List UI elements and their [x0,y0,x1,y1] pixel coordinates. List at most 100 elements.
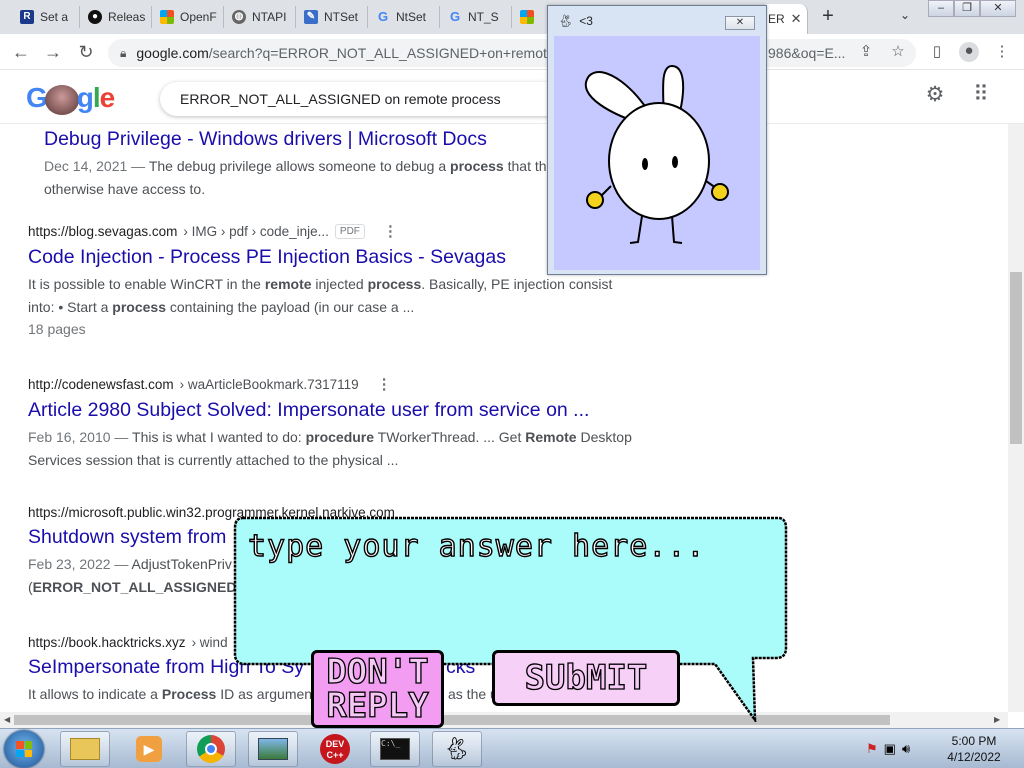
bunny-icon: 🐇︎ [558,14,574,28]
tab-label: ER [768,12,785,26]
result-title[interactable]: Article 2980 Subject Solved: Impersonate… [28,399,648,422]
folder-icon [70,738,100,760]
taskbar: ▶ DEV C++ C:\_ 🐇︎ ⚑ ▣ 🔊︎ 5:00 PM 4/12/202… [0,728,1024,768]
more-options-icon[interactable]: ⋮ [377,375,392,393]
bunny-taskbar-button[interactable]: 🐇︎ [432,731,482,767]
result-snippet: It is possible to enable WinCRT in the r… [28,273,648,319]
bunny-window-title: <3 [579,14,593,28]
explorer-taskbar-button[interactable] [60,731,110,767]
more-menu-icon[interactable]: ⋮ [992,42,1012,62]
tab-7[interactable]: G NT_S [440,6,512,28]
url-text: google.com/search?q=ERROR_NOT_ALL_ASSIGN… [136,45,563,61]
microsoft-icon [520,10,534,24]
network-icon[interactable]: ▣ [884,741,896,757]
back-arrow-icon[interactable]: ← [10,42,32,64]
action-center-icon[interactable]: ⚑ [866,741,878,757]
chrome-icon [197,735,225,763]
tab-5[interactable]: ✎ NTSet [296,6,368,28]
volume-icon[interactable]: 🔊︎ [902,741,910,757]
tab-6[interactable]: G NtSet [368,6,440,28]
dont-reply-button[interactable]: DON'T REPLY [311,650,444,728]
share-icon[interactable]: ⇪ [856,42,876,62]
tab-4[interactable]: ◍ NTAPI [224,6,296,28]
tab-2[interactable]: ● Releas [80,6,152,28]
google-icon: G [377,9,389,24]
scroll-right-icon[interactable]: ▶ [994,715,1000,724]
address-bar[interactable]: 🔒︎ google.com/search?q=ERROR_NOT_ALL_ASS… [108,39,916,67]
tab-label: OpenF [180,10,217,24]
tab-label: NtSet [396,10,427,24]
system-tray: ⚑ ▣ 🔊︎ [866,741,910,757]
tab-strip: R Set a ● Releas OpenF ◍ NTAPI ✎ NTSet G… [0,0,1024,34]
globe-icon: ◍ [232,10,246,24]
app-icon: R [20,10,34,24]
google-logo[interactable]: Ggle [26,82,115,115]
tab-label: Set a [40,10,69,24]
vertical-scroll-thumb[interactable] [1010,272,1022,444]
chrome-taskbar-button[interactable] [186,731,236,767]
snippet-text: The debug privilege allows someone to de… [148,158,555,174]
snippet-text: otherwise have access to. [44,181,206,197]
url-tail: 986&oq=E... [768,45,846,61]
side-panel-icon[interactable]: ▯ [927,42,947,62]
windows-logo-icon [16,741,32,757]
star-icon[interactable]: ☆ [888,42,908,62]
apps-grid-icon[interactable]: ⠿ [969,84,993,108]
clock-time: 5:00 PM [951,734,997,748]
tab-label: Releas [108,10,146,24]
bunny-icon: 🐇︎ [443,736,471,761]
forward-arrow-icon[interactable]: → [42,42,64,64]
devcpp-taskbar-button[interactable]: DEV C++ [310,731,360,767]
vertical-scrollbar[interactable] [1008,124,1024,712]
tab-8[interactable] [512,6,548,28]
tab-3[interactable]: OpenF [152,6,224,28]
snippet-text: Services session that is currently attac… [28,452,399,468]
scroll-left-icon[interactable]: ◀ [4,715,10,724]
bunny-character[interactable] [554,36,760,270]
tab-label: NT_S [468,10,499,24]
more-options-icon[interactable]: ⋮ [383,222,398,240]
snippet-text: into: • Start a process containing the p… [28,299,415,315]
pdf-badge: PDF [334,223,365,239]
microsoft-icon [160,10,174,24]
media-player-taskbar-button[interactable]: ▶ [124,731,174,767]
answer-input[interactable] [248,522,768,570]
ntset-icon: ✎ [304,10,318,24]
photos-taskbar-button[interactable] [248,731,298,767]
settings-gear-icon[interactable]: ⚙ [923,84,947,108]
result-item: http://codenewsfast.com › waArticleBookma… [28,375,648,472]
chevron-down-icon[interactable]: ⌄ [896,8,914,26]
cmd-taskbar-button[interactable]: C:\_ [370,731,420,767]
console-icon: C:\_ [380,738,410,760]
google-icon: G [449,9,461,24]
close-tab-icon[interactable]: ✕ [791,11,802,27]
github-icon: ● [88,10,102,24]
close-window-button[interactable]: ✕ [980,0,1016,17]
bunny-window[interactable]: 🐇︎ <3 ✕ [547,5,767,275]
tab-1[interactable]: R Set a [12,6,80,28]
photo-viewer-icon [258,738,288,760]
tab-label: NTSet [324,10,359,24]
taskbar-clock[interactable]: 5:00 PM 4/12/2022 [940,733,1008,765]
doodle-portrait [44,84,79,115]
new-tab-button[interactable]: + [817,6,839,28]
snippet-text: AdjustTokenPriv [131,556,232,572]
lock-icon: 🔒︎ [120,45,127,60]
restore-button[interactable]: ❐ [954,0,980,17]
snippet-text: This is what I wanted to do: procedure T… [132,429,632,445]
snippet-text: (ERROR_NOT_ALL_ASSIGNED). I [28,579,253,595]
start-button[interactable] [4,730,44,768]
profile-icon[interactable]: ● [959,42,979,62]
media-player-icon: ▶ [136,736,162,762]
minimize-button[interactable]: – [928,0,954,17]
tab-active[interactable]: ER ✕ [760,4,808,34]
submit-button[interactable]: SUbMIT [492,650,680,706]
reload-icon[interactable]: ↻ [75,42,97,64]
google-header: Ggle ERROR_NOT_ALL_ASSIGNED on remote pr… [0,70,1024,124]
bunny-close-button[interactable]: ✕ [725,16,755,30]
result-pages: 18 pages [28,321,86,337]
result-snippet: Feb 16, 2010 — This is what I wanted to … [28,429,632,468]
result-cite: http://codenewsfast.com › waArticleBookma… [28,375,392,393]
dont-reply-line2: REPLY [326,686,430,726]
dont-reply-line1: DON'T [326,652,430,692]
